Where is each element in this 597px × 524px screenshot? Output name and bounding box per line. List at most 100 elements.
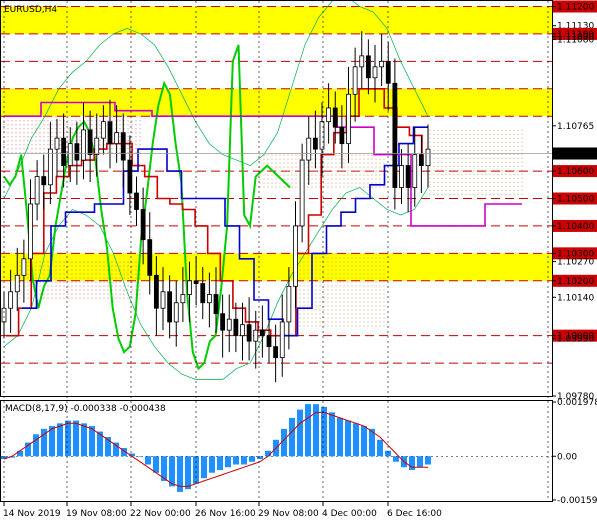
price-tick-label: 1.10270: [557, 258, 594, 268]
candle-body: [392, 82, 398, 188]
candle-body: [379, 60, 385, 68]
candle-body: [273, 346, 279, 358]
candle-body: [326, 107, 332, 123]
candle-body: [14, 274, 20, 293]
price-tick-label: 1.09990: [557, 334, 594, 344]
candle-body: [359, 55, 365, 68]
macd-histogram-bar: [249, 456, 255, 462]
macd-histogram-bar: [417, 456, 423, 468]
macd-histogram-bar: [297, 409, 303, 457]
candle-body: [339, 126, 345, 145]
candle-body: [167, 291, 173, 323]
macd-histogram-bar: [225, 456, 231, 468]
macd-tick-label: 0.001978: [557, 398, 597, 408]
candle-body: [100, 121, 106, 139]
candle-body: [54, 137, 60, 150]
candle-body: [1, 307, 7, 323]
candle-body: [67, 143, 73, 166]
price-tick-label: 1.10600: [557, 167, 594, 177]
candle-body: [47, 148, 53, 186]
candle-body: [279, 321, 285, 358]
macd-tick-label: -0.001595: [557, 496, 597, 506]
candle-body: [187, 280, 192, 295]
macd-histogram-bar: [361, 426, 367, 457]
macd-histogram-bar: [145, 456, 151, 465]
candle-body: [8, 291, 14, 309]
macd-histogram-bar: [81, 423, 87, 457]
candle-body: [418, 154, 424, 166]
candle-body: [346, 93, 351, 145]
price-tick-label: 1.11200: [557, 2, 594, 12]
macd-histogram-bar: [425, 456, 431, 465]
macd-histogram-bar: [217, 456, 223, 470]
macd-histogram-bar: [353, 423, 359, 457]
candle-body: [266, 335, 272, 348]
macd-histogram-bar: [329, 412, 335, 457]
time-tick-label: 22 Nov 00:00: [130, 509, 191, 519]
candle-body: [81, 129, 86, 161]
macd-histogram-bar: [25, 442, 31, 457]
candle-body: [405, 165, 411, 188]
candle-body: [233, 318, 239, 337]
macd-histogram-bar: [321, 406, 327, 457]
macd-histogram-bar: [137, 456, 143, 457]
candle-body: [312, 137, 318, 150]
candle-body: [352, 66, 358, 95]
macd-histogram-bar: [33, 434, 39, 457]
candle-body: [147, 239, 153, 276]
price-tick-label: 1.10765: [557, 122, 594, 132]
candle-body: [399, 165, 404, 188]
candle-body: [173, 302, 179, 323]
candle-body: [28, 203, 33, 260]
macd-tick-label: 0.00: [557, 452, 577, 462]
macd-histogram-bar: [305, 404, 311, 457]
price-tick-label: 1.10140: [557, 293, 594, 303]
macd-histogram-bar: [185, 456, 191, 490]
candle-body: [107, 121, 113, 145]
macd-histogram-bar: [65, 420, 71, 457]
candle-body: [299, 159, 305, 227]
candle-body: [160, 291, 166, 309]
price-tick-label: 1.10664: [557, 150, 594, 160]
eurusd-chart: 1.112001.111301.111001.110901.110801.107…: [0, 0, 597, 524]
candle-body: [259, 329, 265, 337]
candle-body: [253, 329, 259, 342]
candle-body: [319, 121, 325, 150]
macd-label: MACD(8,17,9) -0.000338 -0.000438: [5, 404, 166, 414]
candle-body: [372, 66, 378, 79]
macd-histogram-bar: [209, 456, 215, 473]
macd-histogram-bar: [113, 442, 119, 457]
price-tick-label: 1.10500: [557, 195, 594, 205]
chart-title: EURUSD,H4: [4, 5, 57, 15]
macd-histogram-bar: [57, 423, 63, 457]
resistance-zone-2: [1, 253, 552, 281]
candle-body: [94, 137, 100, 156]
candle-body: [134, 192, 139, 210]
macd-histogram-bar: [289, 417, 295, 457]
candle-body: [365, 55, 371, 79]
candle-body: [246, 324, 252, 342]
macd-histogram-bar: [73, 420, 79, 457]
macd-histogram-bar: [377, 439, 383, 457]
macd-histogram-bar: [153, 456, 159, 473]
macd-histogram-bar: [193, 456, 199, 484]
candle-body: [240, 324, 245, 337]
candle-body: [412, 154, 418, 188]
candle-body: [180, 294, 186, 304]
time-tick-label: 6 Dec 16:00: [387, 509, 442, 519]
candle-body: [213, 294, 219, 315]
price-tick-label: 1.10200: [557, 277, 594, 287]
macd-histogram-bar: [409, 456, 415, 470]
candle-body: [61, 137, 67, 166]
time-tick-label: 19 Nov 08:00: [66, 509, 127, 519]
macd-histogram-bar: [393, 456, 399, 462]
macd-histogram-bar: [337, 417, 343, 457]
candle-body: [41, 176, 47, 186]
time-tick-label: 4 Dec 00:00: [322, 509, 377, 519]
macd-histogram-bar: [233, 456, 239, 465]
time-tick-label: 14 Nov 2019: [3, 509, 61, 519]
candle-body: [425, 148, 431, 166]
candle-body: [153, 274, 159, 309]
candle-body: [34, 176, 40, 205]
resistance-zone-0: [1, 6, 552, 34]
